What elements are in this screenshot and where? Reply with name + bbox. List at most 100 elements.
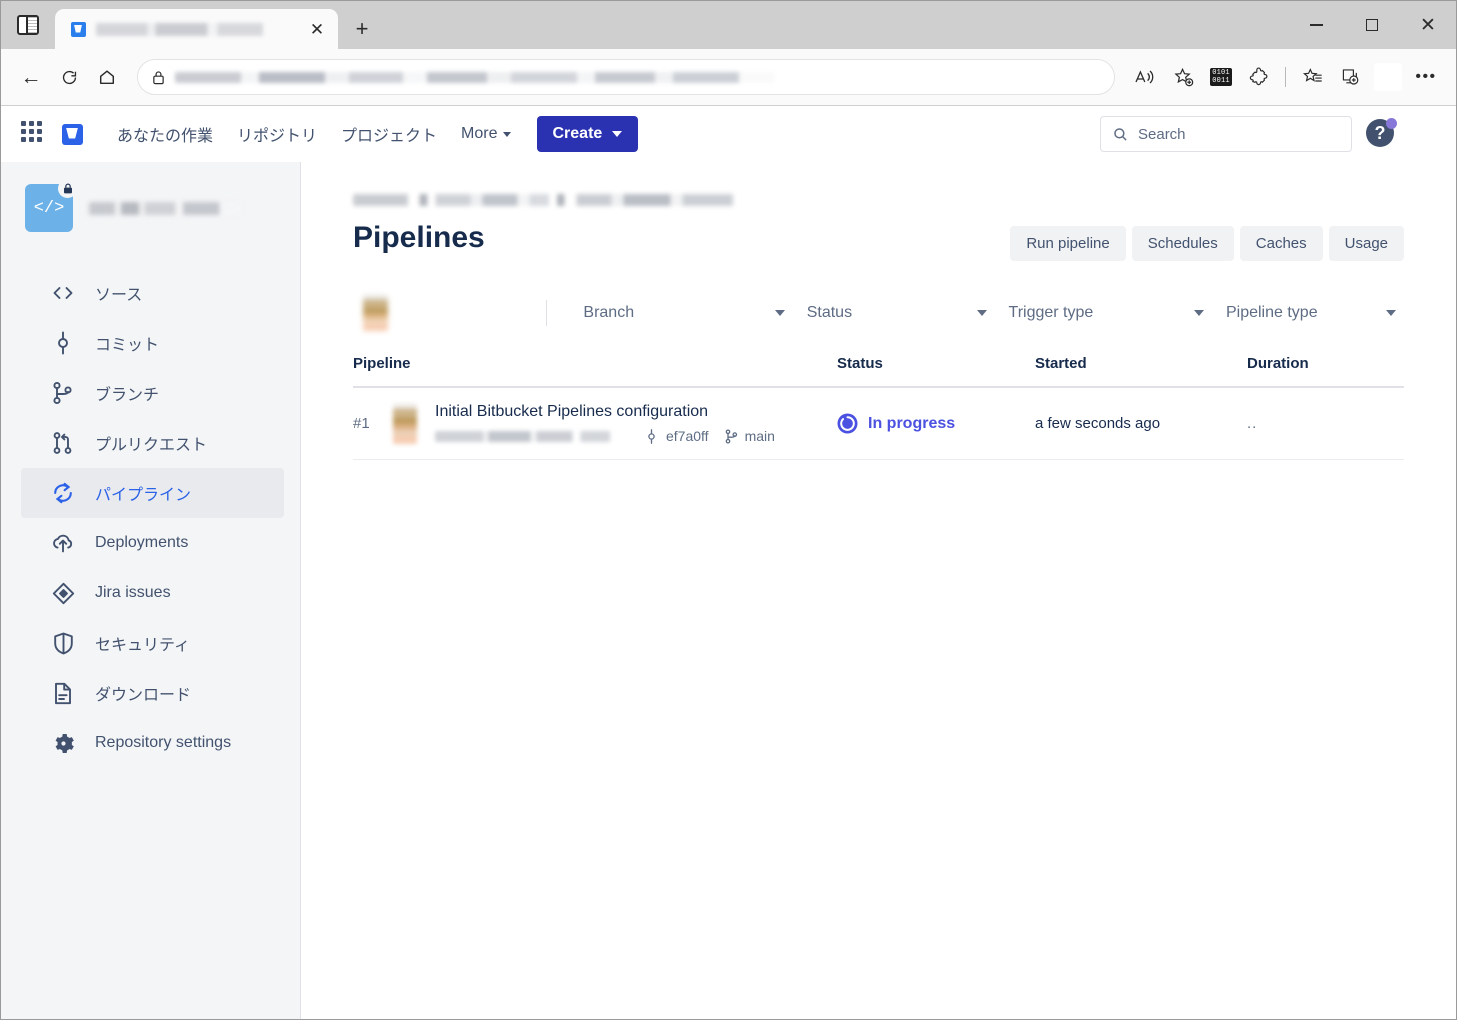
minimize-button[interactable] <box>1288 1 1344 49</box>
close-window-button[interactable]: ✕ <box>1400 1 1456 49</box>
user-avatar[interactable] <box>1410 118 1442 150</box>
sidebar-item-label: ブランチ <box>95 381 159 405</box>
status-filter-dropdown[interactable]: Status <box>799 296 995 330</box>
filter-bar: Branch Status Trigger type Pipeline type <box>353 295 1404 331</box>
started-cell: a few seconds ago <box>1035 415 1247 432</box>
help-button[interactable]: ? <box>1366 119 1396 149</box>
repository-sidebar: </> <box>1 162 301 1019</box>
search-placeholder: Search <box>1138 126 1186 143</box>
repository-avatar-glyph: </> <box>34 199 65 218</box>
sidebar-item-label: コミット <box>95 331 159 355</box>
app-switcher-icon[interactable] <box>21 121 47 147</box>
sidebar-item-jira-issues[interactable]: Jira issues <box>21 568 284 618</box>
browser-tab-strip: ✕ + ✕ <box>1 1 1456 49</box>
refresh-icon[interactable] <box>51 59 87 95</box>
pipeline-meta: ef7a0ff main <box>435 428 775 444</box>
deployments-cloud-icon <box>51 531 75 555</box>
sidebar-item-label: Deployments <box>95 534 188 552</box>
create-button[interactable]: Create <box>537 116 639 152</box>
nav-link-more[interactable]: More <box>449 117 522 151</box>
usage-button[interactable]: Usage <box>1329 226 1404 261</box>
sidebar-item-branches[interactable]: ブランチ <box>21 368 284 418</box>
sidebar-item-pipelines[interactable]: パイプライン <box>21 468 284 518</box>
browser-more-icon[interactable]: ••• <box>1408 59 1444 95</box>
new-tab-button[interactable]: + <box>342 9 382 49</box>
pipeline-branch-name[interactable]: main <box>745 428 775 444</box>
commit-icon <box>646 429 660 444</box>
sidebar-item-security[interactable]: セキュリティ <box>21 618 284 668</box>
top-nav-right: Search ? <box>1100 116 1442 152</box>
sidebar-item-pull-requests[interactable]: プルリクエスト <box>21 418 284 468</box>
address-bar[interactable] <box>137 59 1115 95</box>
filter-divider <box>546 300 547 326</box>
nav-link-repositories[interactable]: リポジトリ <box>225 114 329 154</box>
nav-link-your-work[interactable]: あなたの作業 <box>105 114 225 154</box>
chevron-down-icon <box>503 132 511 137</box>
chevron-down-icon <box>775 310 785 316</box>
tab-actions-button[interactable] <box>1 1 55 49</box>
nav-more-label: More <box>461 125 497 143</box>
pipeline-number: #1 <box>353 415 393 432</box>
private-lock-badge <box>58 179 77 198</box>
browser-window: ✕ + ✕ ← <box>0 0 1457 1020</box>
bitbucket-logo-icon <box>69 20 87 38</box>
repository-name-redacted <box>89 202 241 215</box>
add-favorite-icon[interactable] <box>1165 59 1201 95</box>
pull-request-icon <box>51 431 75 455</box>
status-label: In progress <box>868 415 955 433</box>
extensions-icon[interactable] <box>1241 59 1277 95</box>
sidebar-item-deployments[interactable]: Deployments <box>21 518 284 568</box>
repository-header[interactable]: </> <box>1 184 300 232</box>
chevron-down-icon <box>1194 310 1204 316</box>
column-header-started: Started <box>1035 355 1247 372</box>
window-controls: ✕ <box>1288 1 1456 49</box>
maximize-button[interactable] <box>1344 1 1400 49</box>
branch-filter-dropdown[interactable]: Branch <box>575 296 792 330</box>
binary-reader-icon[interactable]: 0101 0011 <box>1203 59 1239 95</box>
schedules-button[interactable]: Schedules <box>1132 226 1234 261</box>
split-screen-icon <box>17 15 39 35</box>
profile-avatar[interactable] <box>1370 59 1406 95</box>
pipeline-cell: #1 Initial Bitbucket Pipelines configura… <box>353 403 837 444</box>
downloads-file-icon <box>51 681 75 705</box>
repository-avatar: </> <box>25 184 73 232</box>
gear-icon <box>51 731 75 755</box>
bitbucket-logo-icon[interactable] <box>59 121 85 147</box>
duration-cell: .. <box>1247 415 1404 432</box>
main-content: Pipelines Run pipeline Schedules Caches … <box>301 162 1456 1019</box>
sidebar-item-label: ソース <box>95 281 142 305</box>
caches-button[interactable]: Caches <box>1240 226 1323 261</box>
home-icon[interactable] <box>89 59 125 95</box>
pipelines-icon <box>51 481 75 505</box>
nav-link-projects[interactable]: プロジェクト <box>329 114 449 154</box>
back-arrow-icon[interactable]: ← <box>13 59 49 95</box>
search-input[interactable]: Search <box>1100 116 1352 152</box>
page-content: あなたの作業 リポジトリ プロジェクト More Create Search <box>1 106 1456 1019</box>
branch-filter-label: Branch <box>583 304 634 322</box>
jira-icon <box>51 581 75 605</box>
browser-tab[interactable]: ✕ <box>55 9 338 49</box>
branch-icon <box>51 381 75 405</box>
create-label: Create <box>553 125 603 143</box>
sidebar-item-commits[interactable]: コミット <box>21 318 284 368</box>
close-tab-icon[interactable]: ✕ <box>304 16 330 42</box>
sidebar-item-source[interactable]: ソース <box>21 268 284 318</box>
sidebar-item-label: セキュリティ <box>95 631 190 655</box>
tab-title-redacted <box>96 23 295 36</box>
read-aloud-icon[interactable] <box>1127 59 1163 95</box>
pipeline-subtitle-redacted <box>435 431 634 442</box>
toolbar-divider <box>1285 67 1286 87</box>
collections-icon[interactable] <box>1294 59 1330 95</box>
table-row[interactable]: #1 Initial Bitbucket Pipelines configura… <box>353 388 1404 460</box>
filter-avatar[interactable] <box>363 295 388 331</box>
pipeline-title[interactable]: Initial Bitbucket Pipelines configuratio… <box>435 403 775 421</box>
sidebar-item-label: パイプライン <box>95 481 191 505</box>
pipeline-type-filter-dropdown[interactable]: Pipeline type <box>1218 296 1404 330</box>
run-pipeline-button[interactable]: Run pipeline <box>1010 226 1125 261</box>
pipeline-commit-hash[interactable]: ef7a0ff <box>666 428 709 444</box>
page-actions: Run pipeline Schedules Caches Usage <box>1010 226 1404 261</box>
browser-essentials-icon[interactable] <box>1332 59 1368 95</box>
sidebar-item-downloads[interactable]: ダウンロード <box>21 668 284 718</box>
trigger-type-filter-dropdown[interactable]: Trigger type <box>1001 296 1212 330</box>
sidebar-item-repository-settings[interactable]: Repository settings <box>21 718 284 768</box>
